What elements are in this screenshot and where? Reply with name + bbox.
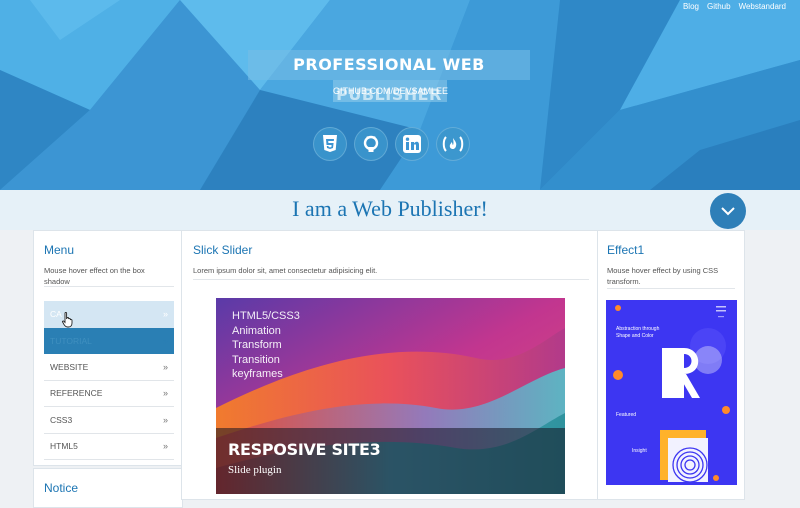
nav-link-blog[interactable]: Blog	[683, 2, 699, 11]
linkedin-icon[interactable]	[395, 127, 429, 161]
divider	[607, 288, 735, 289]
menu-item-tutorial[interactable]: TUTORIAL »	[44, 327, 174, 354]
slider-panel: Slick Slider Lorem ipsum dolor sit, amet…	[181, 230, 599, 500]
divider	[193, 279, 589, 280]
hero-header: Blog Github Webstandard PROFESSIONAL WEB…	[0, 0, 800, 190]
effect-image-card: Insight	[632, 448, 647, 454]
menu-item-label: WEBSITE	[50, 361, 89, 372]
slide-topic: Animation	[232, 324, 281, 337]
effect-panel-title: Effect1	[607, 243, 645, 257]
notice-panel-title: Notice	[44, 481, 79, 495]
site-title: PROFESSIONAL WEB PUBLISHER	[248, 50, 530, 104]
slide-topic: HTML5/CSS3	[232, 310, 300, 322]
slide-caption-title: RESPOSIVE SITE3	[228, 440, 381, 459]
menu-item-html5[interactable]: HTML5 »	[44, 434, 174, 460]
menu-item-reference[interactable]: REFERENCE »	[44, 381, 174, 407]
menu-item-css3[interactable]: CSS3 »	[44, 407, 174, 434]
top-navigation: Blog Github Webstandard	[683, 2, 786, 11]
effect-image-heading: Abstraction through Shape and Color	[616, 326, 660, 339]
menu-panel-title: Menu	[44, 243, 75, 257]
slick-slider[interactable]: HTML5/CSS3 Animation Transform Transitio…	[216, 298, 565, 494]
notice-panel: Notice	[33, 468, 183, 508]
slide-topic: keyframes	[232, 368, 283, 380]
effect-image-featured: Featured	[616, 412, 637, 418]
intro-banner: I am a Web Publisher!	[0, 190, 800, 230]
effect-image[interactable]: Abstraction through Shape and Color R Fe…	[606, 300, 737, 485]
double-chevron-right-icon: »	[162, 441, 168, 452]
slider-panel-title: Slick Slider	[193, 243, 253, 257]
slide-caption: RESPOSIVE SITE3 Slide plugin	[216, 428, 565, 494]
menu-panel-description: Mouse hover effect on the box shadow	[44, 266, 145, 286]
divider	[44, 286, 174, 287]
github-icon[interactable]	[354, 127, 388, 161]
chevron-down-icon	[721, 206, 735, 215]
double-chevron-right-icon: »	[162, 361, 168, 372]
site-subtitle-link[interactable]: GITHUB.COM/DEVSAMLEE	[333, 80, 448, 102]
menu-item-label: HTML5	[50, 441, 78, 452]
menu-item-website[interactable]: WEBSITE »	[44, 354, 174, 381]
banner-text: I am a Web Publisher!	[292, 196, 488, 221]
slider-panel-description: Lorem ipsum dolor sit, amet consectetur …	[193, 266, 378, 275]
nav-link-github[interactable]: Github	[707, 2, 731, 11]
menu-item-label: CA	[50, 309, 62, 320]
hand-cursor-icon	[62, 312, 73, 328]
menu-item-label: TUTORIAL	[50, 335, 92, 346]
double-chevron-right-icon: »	[162, 309, 168, 320]
double-chevron-right-icon: »	[162, 335, 168, 346]
html5-icon[interactable]	[313, 127, 347, 161]
effect-panel-description: Mouse hover effect by using CSS transfor…	[607, 266, 719, 286]
social-links	[313, 127, 470, 161]
menu-panel: Menu Mouse hover effect on the box shado…	[33, 230, 183, 466]
slide-topic: Transition	[232, 353, 280, 366]
freecodecamp-icon[interactable]	[436, 127, 470, 161]
scroll-down-button[interactable]	[710, 193, 746, 229]
double-chevron-right-icon: »	[162, 388, 168, 399]
slide-topics: HTML5/CSS3 Animation Transform Transitio…	[232, 309, 300, 382]
effect-panel: Effect1 Mouse hover effect by using CSS …	[597, 230, 745, 500]
menu-item-label: REFERENCE	[50, 388, 103, 399]
double-chevron-right-icon: »	[162, 414, 168, 425]
nav-link-webstandard[interactable]: Webstandard	[739, 2, 786, 11]
menu-item-label: CSS3	[50, 414, 73, 425]
slide-topic: Transform	[232, 339, 282, 351]
slide-caption-subtitle: Slide plugin	[228, 464, 282, 476]
